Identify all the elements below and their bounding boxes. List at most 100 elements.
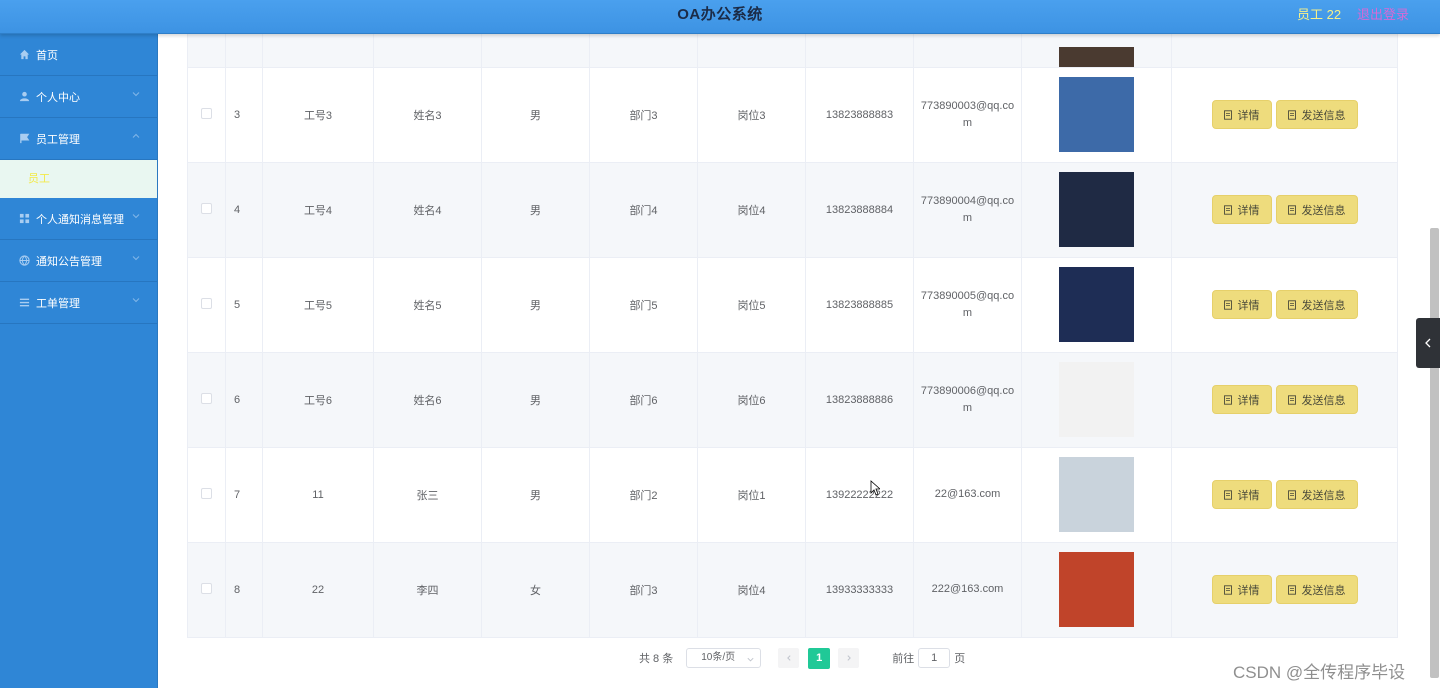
employee-number: 11	[262, 447, 374, 543]
employee-position: 岗位5	[697, 257, 806, 353]
employee-gender: 男	[481, 257, 590, 353]
employee-department: 部门6	[589, 352, 698, 448]
document-icon	[1223, 394, 1232, 405]
row-checkbox[interactable]	[201, 202, 212, 214]
send-message-button[interactable]: 发送信息	[1275, 385, 1358, 414]
detail-button-label: 详情	[1237, 584, 1260, 597]
employee-number: 工号3	[262, 67, 374, 163]
employee-position: 岗位3	[697, 67, 806, 163]
employee-photo	[1059, 267, 1134, 342]
sidebar-item-work-orders[interactable]: 工单管理	[0, 282, 157, 324]
table-row: 6 工号6 姓名6 男部门6 岗位6 13823888886 773890006@qq.co…	[187, 352, 1398, 448]
send-message-button[interactable]: 发送信息	[1275, 480, 1358, 509]
chevron-down-icon	[131, 211, 143, 223]
sidebar: 首页 个人中心 员工管理 员工 个人通知消息管理 通知公告管理 工单管理	[0, 34, 158, 688]
goto-page-input[interactable]: 1	[918, 648, 951, 668]
row-checkbox[interactable]	[201, 297, 212, 309]
employee-photo	[1059, 172, 1134, 247]
table-row: 8 22 李四女部门3 岗位4 13933333333 222@163.com 详情 发送信息	[187, 542, 1398, 638]
row-checkbox[interactable]	[201, 582, 212, 594]
detail-button-label: 详情	[1237, 204, 1260, 217]
employee-gender: 男	[481, 447, 590, 543]
employee-email: 773890005@qq.com	[913, 257, 1022, 353]
sidebar-item-home[interactable]: 首页	[0, 34, 157, 76]
detail-button-label: 详情	[1237, 489, 1260, 502]
sidebar-item-profile[interactable]: 个人中心	[0, 76, 157, 118]
employee-number: 22	[262, 542, 374, 638]
globe-icon	[18, 255, 30, 267]
send-button-label: 发送信息	[1301, 109, 1346, 122]
employee-phone: 13823888884	[805, 162, 914, 258]
send-message-button[interactable]: 发送信息	[1275, 290, 1358, 319]
send-button-label: 发送信息	[1301, 489, 1346, 502]
employee-email: 773890003@qq.com	[913, 67, 1022, 163]
detail-button[interactable]: 详情	[1211, 290, 1272, 319]
sidebar-item-personal-notices[interactable]: 个人通知消息管理	[0, 198, 157, 240]
document-icon	[1287, 489, 1296, 500]
document-icon	[1223, 489, 1232, 500]
employee-position: 岗位4	[697, 162, 806, 258]
employee-department: 部门2	[589, 447, 698, 543]
row-index: 5	[225, 257, 263, 353]
employee-email: 773890004@qq.com	[913, 162, 1022, 258]
detail-button[interactable]: 详情	[1211, 195, 1272, 224]
sidebar-item-announcements[interactable]: 通知公告管理	[0, 240, 157, 282]
logout-link[interactable]: 退出登录	[1357, 4, 1409, 23]
table-row: 3 工号3 姓名3 男部门3 岗位3 13823888883 773890003@qq.co…	[187, 67, 1398, 163]
page-number-current[interactable]: 1	[808, 647, 831, 669]
table-row: 5 工号5 姓名5 男部门5 岗位5 13823888885 773890005@qq.co…	[187, 257, 1398, 353]
send-button-label: 发送信息	[1301, 299, 1346, 312]
send-message-button[interactable]: 发送信息	[1275, 195, 1358, 224]
prev-page-button[interactable]	[778, 648, 800, 668]
send-button-label: 发送信息	[1301, 394, 1346, 407]
send-message-button[interactable]: 发送信息	[1275, 575, 1358, 604]
detail-button-label: 详情	[1237, 299, 1260, 312]
user-icon	[18, 91, 30, 103]
row-checkbox[interactable]	[201, 487, 212, 499]
home-icon	[18, 49, 30, 61]
document-icon	[1287, 394, 1296, 405]
detail-button[interactable]: 详情	[1211, 100, 1272, 129]
row-checkbox[interactable]	[201, 392, 212, 404]
employee-gender: 女	[481, 542, 590, 638]
employee-position: 岗位1	[697, 447, 806, 543]
employee-photo	[1059, 362, 1134, 437]
row-index: 3	[225, 67, 263, 163]
document-icon	[1287, 204, 1296, 215]
employee-photo	[1059, 77, 1134, 152]
main-content: 3 工号3 姓名3 男部门3 岗位3 13823888883 773890003@qq.co…	[158, 34, 1440, 688]
flag-icon	[18, 133, 30, 145]
document-icon	[1287, 109, 1296, 120]
page-size-select[interactable]: 10条/页	[686, 648, 762, 668]
document-icon	[1223, 584, 1232, 595]
vertical-scrollbar[interactable]	[1430, 228, 1439, 678]
employee-photo	[1059, 46, 1134, 67]
employee-phone: 13823888885	[805, 257, 914, 353]
row-checkbox[interactable]	[201, 107, 212, 119]
watermark: CSDN @全传程序毕设	[1233, 663, 1406, 682]
detail-button[interactable]: 详情	[1211, 575, 1272, 604]
employee-gender: 男	[481, 162, 590, 258]
employee-name: 姓名4	[373, 162, 482, 258]
employee-department: 部门4	[589, 162, 698, 258]
employee-email: 22@163.com	[913, 447, 1022, 543]
current-user-label: 员工 22	[1297, 7, 1342, 22]
chevron-down-icon	[131, 89, 143, 101]
page-suffix: 页	[954, 653, 966, 665]
sidebar-subitem-employee[interactable]: 员工	[0, 160, 157, 198]
detail-button[interactable]: 详情	[1211, 385, 1272, 414]
row-index: 8	[225, 542, 263, 638]
employee-phone: 13922222222	[805, 447, 914, 543]
chevron-up-icon	[131, 131, 143, 143]
chevron-right-icon	[847, 655, 851, 661]
sidebar-item-employee-management[interactable]: 员工管理	[0, 118, 157, 160]
side-panel-toggle[interactable]	[1416, 318, 1440, 368]
next-page-button[interactable]	[838, 648, 860, 668]
table-row-partial	[187, 34, 1398, 68]
chevron-down-icon	[746, 653, 755, 662]
send-message-button[interactable]: 发送信息	[1275, 100, 1358, 129]
sidebar-item-label: 工单管理	[36, 297, 80, 310]
detail-button[interactable]: 详情	[1211, 480, 1272, 509]
employee-email: 222@163.com	[913, 542, 1022, 638]
chevron-down-icon	[131, 295, 143, 307]
